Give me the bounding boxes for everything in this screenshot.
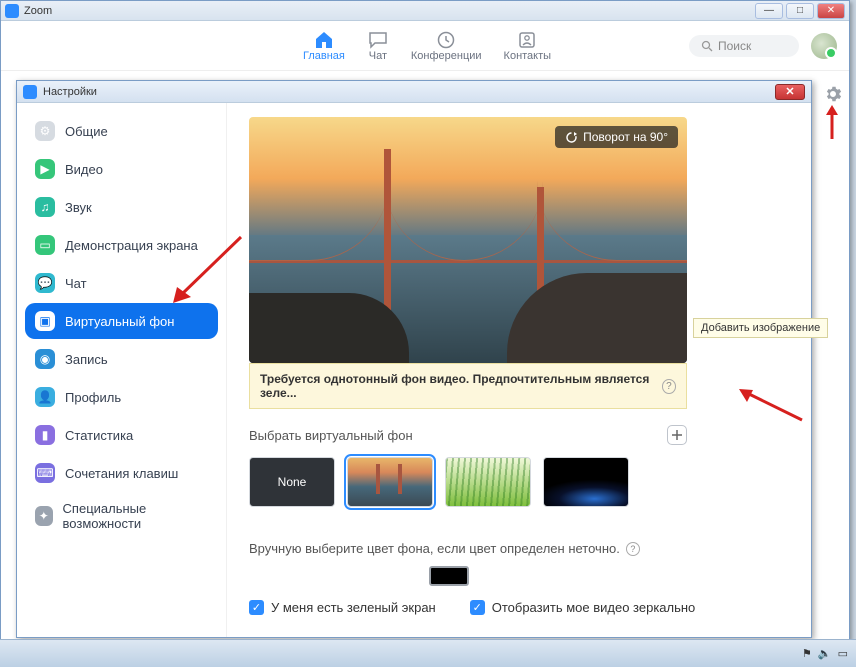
profile-icon: 👤 (35, 387, 55, 407)
color-picker-swatch[interactable] (429, 566, 469, 586)
warning-bar: Требуется однотонный фон видео. Предпочт… (249, 363, 687, 409)
sidebar-item-audio[interactable]: ♫ Звук (25, 189, 218, 225)
user-avatar[interactable] (811, 33, 837, 59)
help-icon[interactable]: ? (662, 379, 676, 394)
add-image-button[interactable] (667, 425, 687, 445)
sidebar-item-profile[interactable]: 👤 Профиль (25, 379, 218, 415)
annotation-arrow-gear (823, 105, 841, 141)
sidebar-label: Профиль (65, 390, 121, 405)
main-title: Zoom (24, 5, 52, 17)
thumb-none-label: None (278, 475, 307, 489)
sidebar-item-statistics[interactable]: ▮ Статистика (25, 417, 218, 453)
nav-label: Контакты (504, 50, 552, 62)
video-icon: ▶ (35, 159, 55, 179)
search-input[interactable]: Поиск (689, 35, 799, 57)
nav-label: Конференции (411, 50, 482, 62)
zoom-app-icon (5, 4, 19, 18)
sidebar-label: Видео (65, 162, 103, 177)
screen-icon: ▭ (35, 235, 55, 255)
thumb-none[interactable]: None (249, 457, 335, 507)
annotation-arrow-sidebar (167, 231, 247, 311)
checkmark-icon: ✓ (470, 600, 485, 615)
sidebar-label: Общие (65, 124, 108, 139)
system-tray[interactable]: ⚑ 🔈 ▭ (802, 647, 848, 660)
sidebar-item-video[interactable]: ▶ Видео (25, 151, 218, 187)
zoom-app-icon (23, 85, 37, 99)
settings-content: Поворот на 90° Требуется однотонный фон … (227, 103, 811, 637)
settings-close-button[interactable]: ✕ (775, 84, 805, 100)
background-icon: ▣ (35, 311, 55, 331)
sidebar-label: Чат (65, 276, 87, 291)
nav-meetings[interactable]: Конференции (411, 30, 482, 62)
sidebar-label: Сочетания клавиш (65, 466, 178, 481)
sidebar-label: Виртуальный фон (65, 314, 174, 329)
home-icon (313, 30, 335, 50)
sidebar-item-recording[interactable]: ◉ Запись (25, 341, 218, 377)
thumb-grass[interactable] (445, 457, 531, 507)
headphone-icon: ♫ (35, 197, 55, 217)
keyboard-icon: ⌨ (35, 463, 55, 483)
chat-icon: 💬 (35, 273, 55, 293)
clock-icon (435, 30, 457, 50)
sidebar-item-accessibility[interactable]: ✦ Специальные возможности (25, 493, 218, 539)
checkbox-mirror-video[interactable]: ✓ Отобразить мое видео зеркально (470, 600, 696, 615)
chat-icon (367, 30, 389, 50)
nav-label: Главная (303, 50, 345, 62)
tray-volume-icon: 🔈 (818, 647, 832, 660)
sidebar-item-general[interactable]: ⚙ Общие (25, 113, 218, 149)
checkbox-label: Отобразить мое видео зеркально (492, 600, 696, 615)
thumb-bridge[interactable] (347, 457, 433, 507)
main-toolbar: Главная Чат Конференции Контакты Поиск (1, 21, 849, 71)
maximize-button[interactable]: □ (786, 3, 814, 19)
sidebar-label: Специальные возможности (63, 501, 208, 531)
plus-icon (671, 429, 683, 441)
checkbox-green-screen[interactable]: ✓ У меня есть зеленый экран (249, 600, 436, 615)
settings-window: Настройки ✕ ⚙Общие ▶Видео ♫Звук ▭Демонст… (16, 80, 812, 638)
video-preview: Поворот на 90° (249, 117, 687, 363)
thumb-space[interactable] (543, 457, 629, 507)
background-thumbnails: None (249, 457, 789, 507)
annotation-arrow-add (737, 385, 807, 425)
help-icon[interactable]: ? (626, 542, 640, 556)
sidebar-label: Звук (65, 200, 92, 215)
nav-contacts[interactable]: Контакты (504, 30, 552, 62)
settings-titlebar: Настройки ✕ (17, 81, 811, 103)
search-placeholder: Поиск (718, 39, 751, 53)
taskbar: ⚑ 🔈 ▭ (0, 639, 856, 667)
sidebar-label: Статистика (65, 428, 133, 443)
add-image-tooltip: Добавить изображение (693, 318, 828, 338)
sidebar-item-shortcuts[interactable]: ⌨ Сочетания клавиш (25, 455, 218, 491)
nav-home[interactable]: Главная (303, 30, 345, 62)
tooltip-text: Добавить изображение (701, 322, 820, 334)
main-titlebar: Zoom — □ ✕ (1, 1, 849, 21)
gear-icon: ⚙ (35, 121, 55, 141)
rotate-button[interactable]: Поворот на 90° (555, 126, 678, 148)
rotate-icon (565, 131, 578, 144)
nav-label: Чат (369, 50, 387, 62)
tray-network-icon: ▭ (838, 647, 848, 660)
choose-background-label: Выбрать виртуальный фон (249, 428, 413, 443)
nav-chat[interactable]: Чат (367, 30, 389, 62)
manual-color-label: Вручную выберите цвет фона, если цвет оп… (249, 541, 620, 556)
search-icon (701, 40, 713, 52)
checkmark-icon: ✓ (249, 600, 264, 615)
stats-icon: ▮ (35, 425, 55, 445)
tray-flag-icon: ⚑ (802, 647, 812, 660)
record-icon: ◉ (35, 349, 55, 369)
close-button[interactable]: ✕ (817, 3, 845, 19)
warning-text: Требуется однотонный фон видео. Предпочт… (260, 372, 662, 400)
minimize-button[interactable]: — (755, 3, 783, 19)
settings-title: Настройки (43, 86, 97, 98)
checkbox-label: У меня есть зеленый экран (271, 600, 436, 615)
rotate-label: Поворот на 90° (583, 130, 668, 144)
main-nav: Главная Чат Конференции Контакты (303, 30, 551, 62)
contacts-icon (516, 30, 538, 50)
sidebar-label: Запись (65, 352, 108, 367)
settings-sidebar: ⚙Общие ▶Видео ♫Звук ▭Демонстрация экрана… (17, 103, 227, 637)
accessibility-icon: ✦ (35, 506, 53, 526)
